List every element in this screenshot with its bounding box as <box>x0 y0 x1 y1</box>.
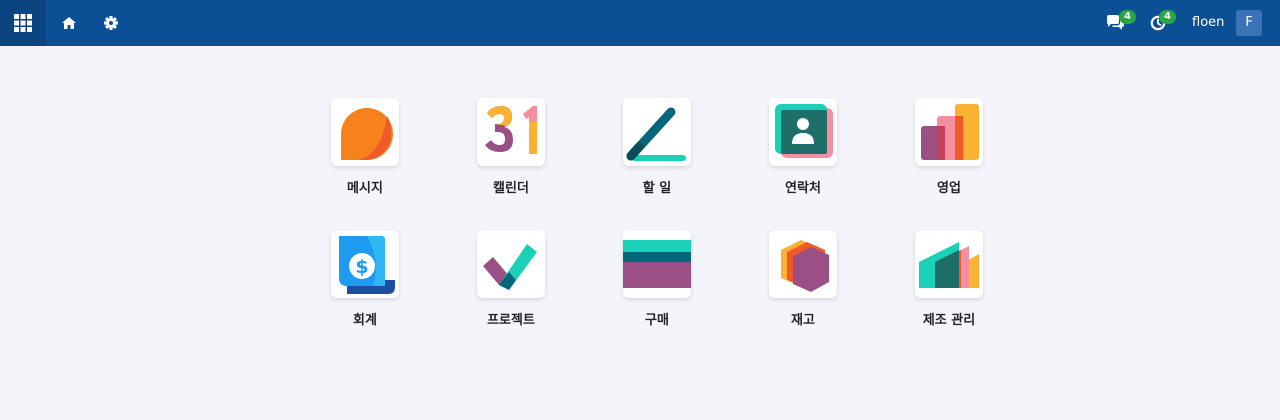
user-menu-name[interactable]: floen <box>1192 0 1224 46</box>
app-label-accounting: 회계 <box>353 313 377 328</box>
app-tile-contacts[interactable]: 연락처 <box>730 98 876 230</box>
app-label-purchase: 구매 <box>645 313 669 328</box>
inventory-icon <box>769 230 837 298</box>
app-label-project: 프로젝트 <box>487 313 535 328</box>
app-tile-manufacturing[interactable]: 제조 관리 <box>876 230 1022 362</box>
app-tile-inventory[interactable]: 재고 <box>730 230 876 362</box>
messages-count-badge: 4 <box>1119 10 1136 24</box>
sales-icon <box>915 98 983 166</box>
activities-button[interactable]: 4 <box>1144 0 1184 46</box>
app-grid: 메시지 캘린더 할 일 연락처 영업 $ 회계 프로젝트 구매 재고 제조 관리 <box>292 98 1022 362</box>
accounting-icon: $ <box>331 230 399 298</box>
project-icon <box>477 230 545 298</box>
contacts-icon <box>769 98 837 166</box>
messages-button[interactable]: 4 <box>1100 0 1140 46</box>
user-avatar[interactable]: F <box>1236 10 1262 36</box>
activities-count-badge: 4 <box>1159 10 1176 24</box>
app-label-calendar: 캘린더 <box>493 181 529 196</box>
app-tile-calendar[interactable]: 캘린더 <box>438 98 584 230</box>
home-icon <box>62 17 76 29</box>
app-label-manufacturing: 제조 관리 <box>922 313 976 328</box>
grid-icon <box>14 14 32 32</box>
app-tile-discuss[interactable]: 메시지 <box>292 98 438 230</box>
app-label-sales: 영업 <box>937 181 961 196</box>
apps-menu-button[interactable] <box>0 0 46 46</box>
svg-text:$: $ <box>355 256 368 278</box>
app-tile-sales[interactable]: 영업 <box>876 98 1022 230</box>
app-tile-todo[interactable]: 할 일 <box>584 98 730 230</box>
gear-icon <box>104 16 118 30</box>
app-label-todo: 할 일 <box>642 181 672 196</box>
app-tile-project[interactable]: 프로젝트 <box>438 230 584 362</box>
app-tile-purchase[interactable]: 구매 <box>584 230 730 362</box>
discuss-icon <box>331 98 399 166</box>
settings-button[interactable] <box>96 0 126 46</box>
home-button[interactable] <box>54 0 84 46</box>
app-tile-accounting[interactable]: $ 회계 <box>292 230 438 362</box>
app-label-contacts: 연락처 <box>785 181 821 196</box>
app-label-inventory: 재고 <box>791 313 815 328</box>
calendar-icon <box>477 98 545 166</box>
purchase-icon <box>623 230 691 298</box>
app-label-discuss: 메시지 <box>347 181 383 196</box>
todo-icon <box>623 98 691 166</box>
top-navbar: 4 4 floen F <box>0 0 1280 46</box>
manufacturing-icon <box>915 230 983 298</box>
